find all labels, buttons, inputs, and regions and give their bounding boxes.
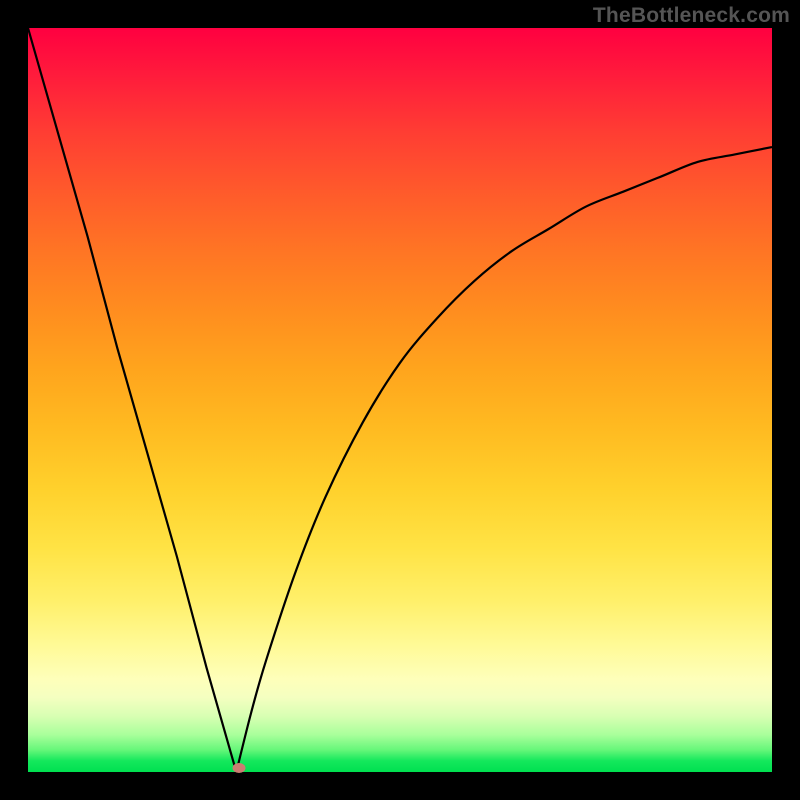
watermark-text: TheBottleneck.com <box>593 4 790 28</box>
plot-area <box>28 28 772 772</box>
bottleneck-curve <box>28 28 772 772</box>
chart-frame: TheBottleneck.com <box>0 0 800 800</box>
minimum-marker <box>233 763 246 773</box>
curve-svg <box>28 28 772 772</box>
